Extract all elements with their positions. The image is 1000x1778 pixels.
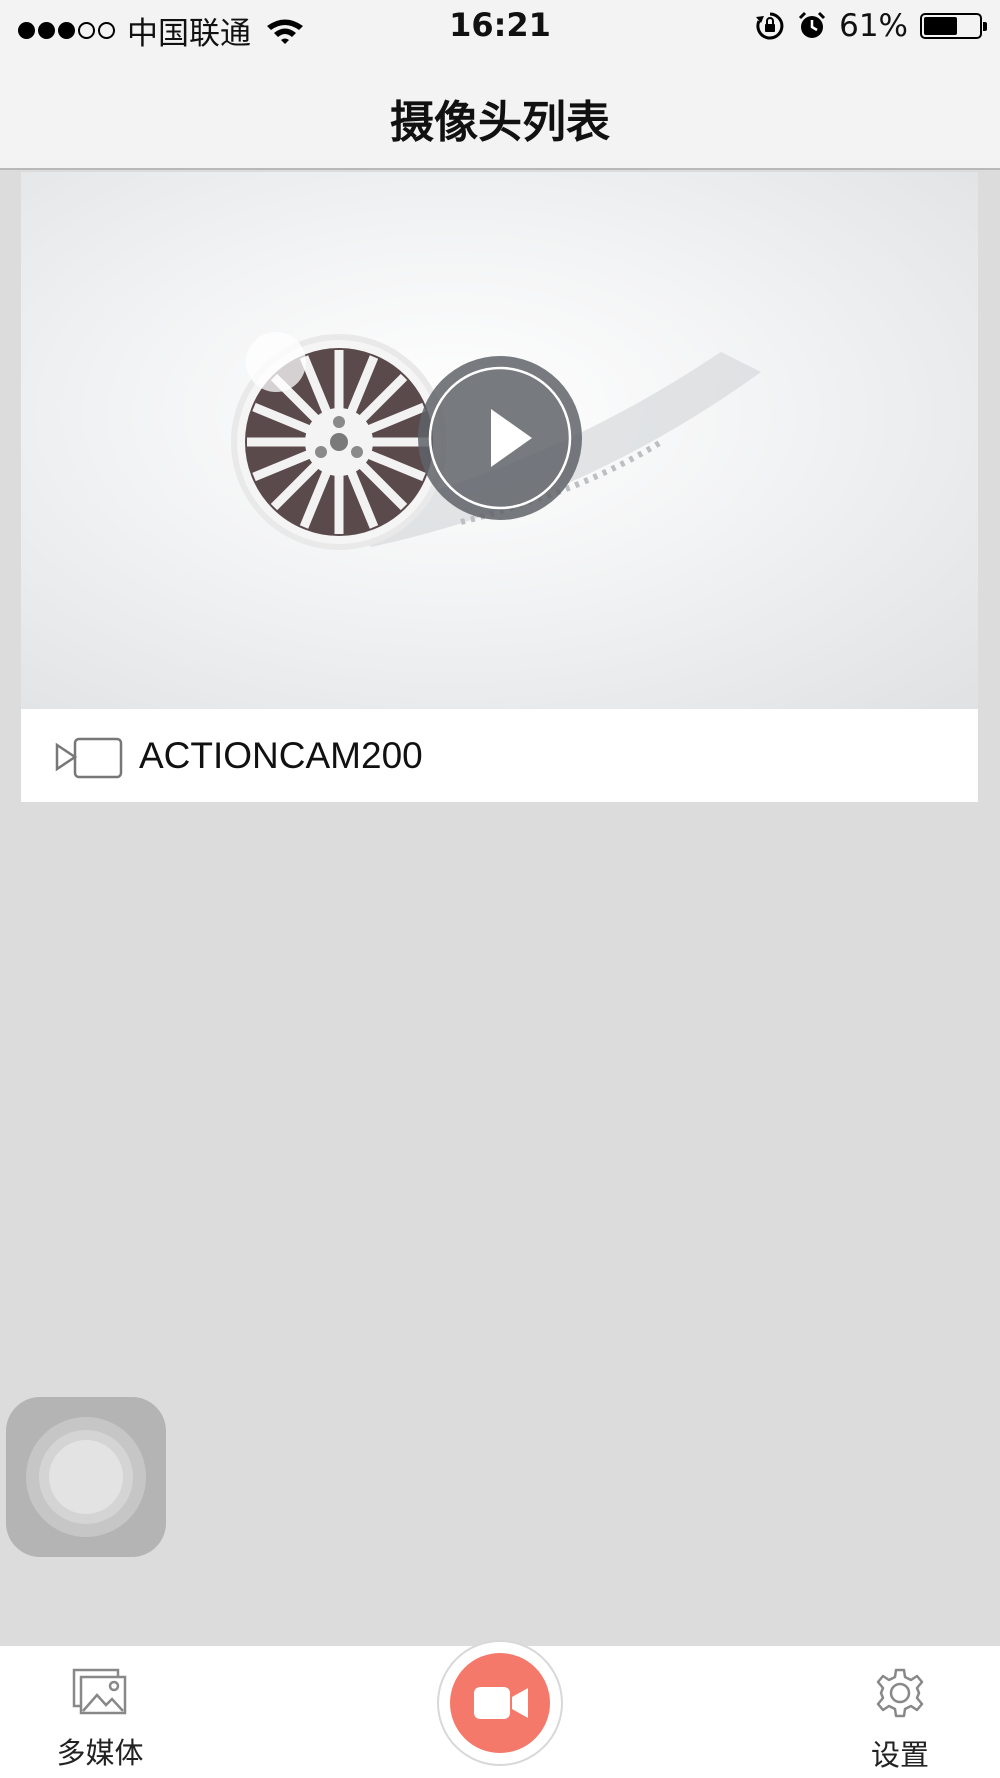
battery-percent: 61% bbox=[839, 8, 908, 44]
page-title: 摄像头列表 bbox=[390, 97, 610, 148]
alarm-icon bbox=[799, 11, 826, 38]
rotation-lock-icon bbox=[756, 12, 784, 40]
record-button[interactable] bbox=[450, 1653, 550, 1753]
film-reel-illustration bbox=[231, 332, 761, 550]
tab-media-label: 多媒体 bbox=[56, 1736, 144, 1770]
camera-name: ACTIONCAM200 bbox=[139, 735, 423, 776]
record-button-wrapper bbox=[437, 1640, 563, 1766]
navigation-bar: 摄像头列表 bbox=[0, 56, 1000, 170]
tab-media[interactable]: 多媒体 bbox=[40, 1668, 160, 1772]
status-right-group: 61% bbox=[755, 8, 987, 44]
camera-caption[interactable]: ACTIONCAM200 bbox=[21, 709, 978, 802]
tab-settings[interactable]: 设置 bbox=[840, 1668, 960, 1774]
camera-outline-icon bbox=[55, 737, 123, 779]
video-camera-icon bbox=[474, 1687, 528, 1719]
gear-icon bbox=[876, 1668, 924, 1718]
status-bar: 中国联通 16:21 61% bbox=[0, 0, 1000, 56]
assistive-touch-button[interactable] bbox=[6, 1397, 166, 1557]
tab-settings-label: 设置 bbox=[870, 1738, 929, 1772]
battery-icon bbox=[920, 13, 987, 39]
camera-thumbnail[interactable] bbox=[21, 172, 978, 709]
play-icon[interactable] bbox=[418, 356, 582, 520]
image-icon bbox=[72, 1668, 127, 1715]
camera-list-item[interactable]: ACTIONCAM200 bbox=[21, 172, 978, 802]
